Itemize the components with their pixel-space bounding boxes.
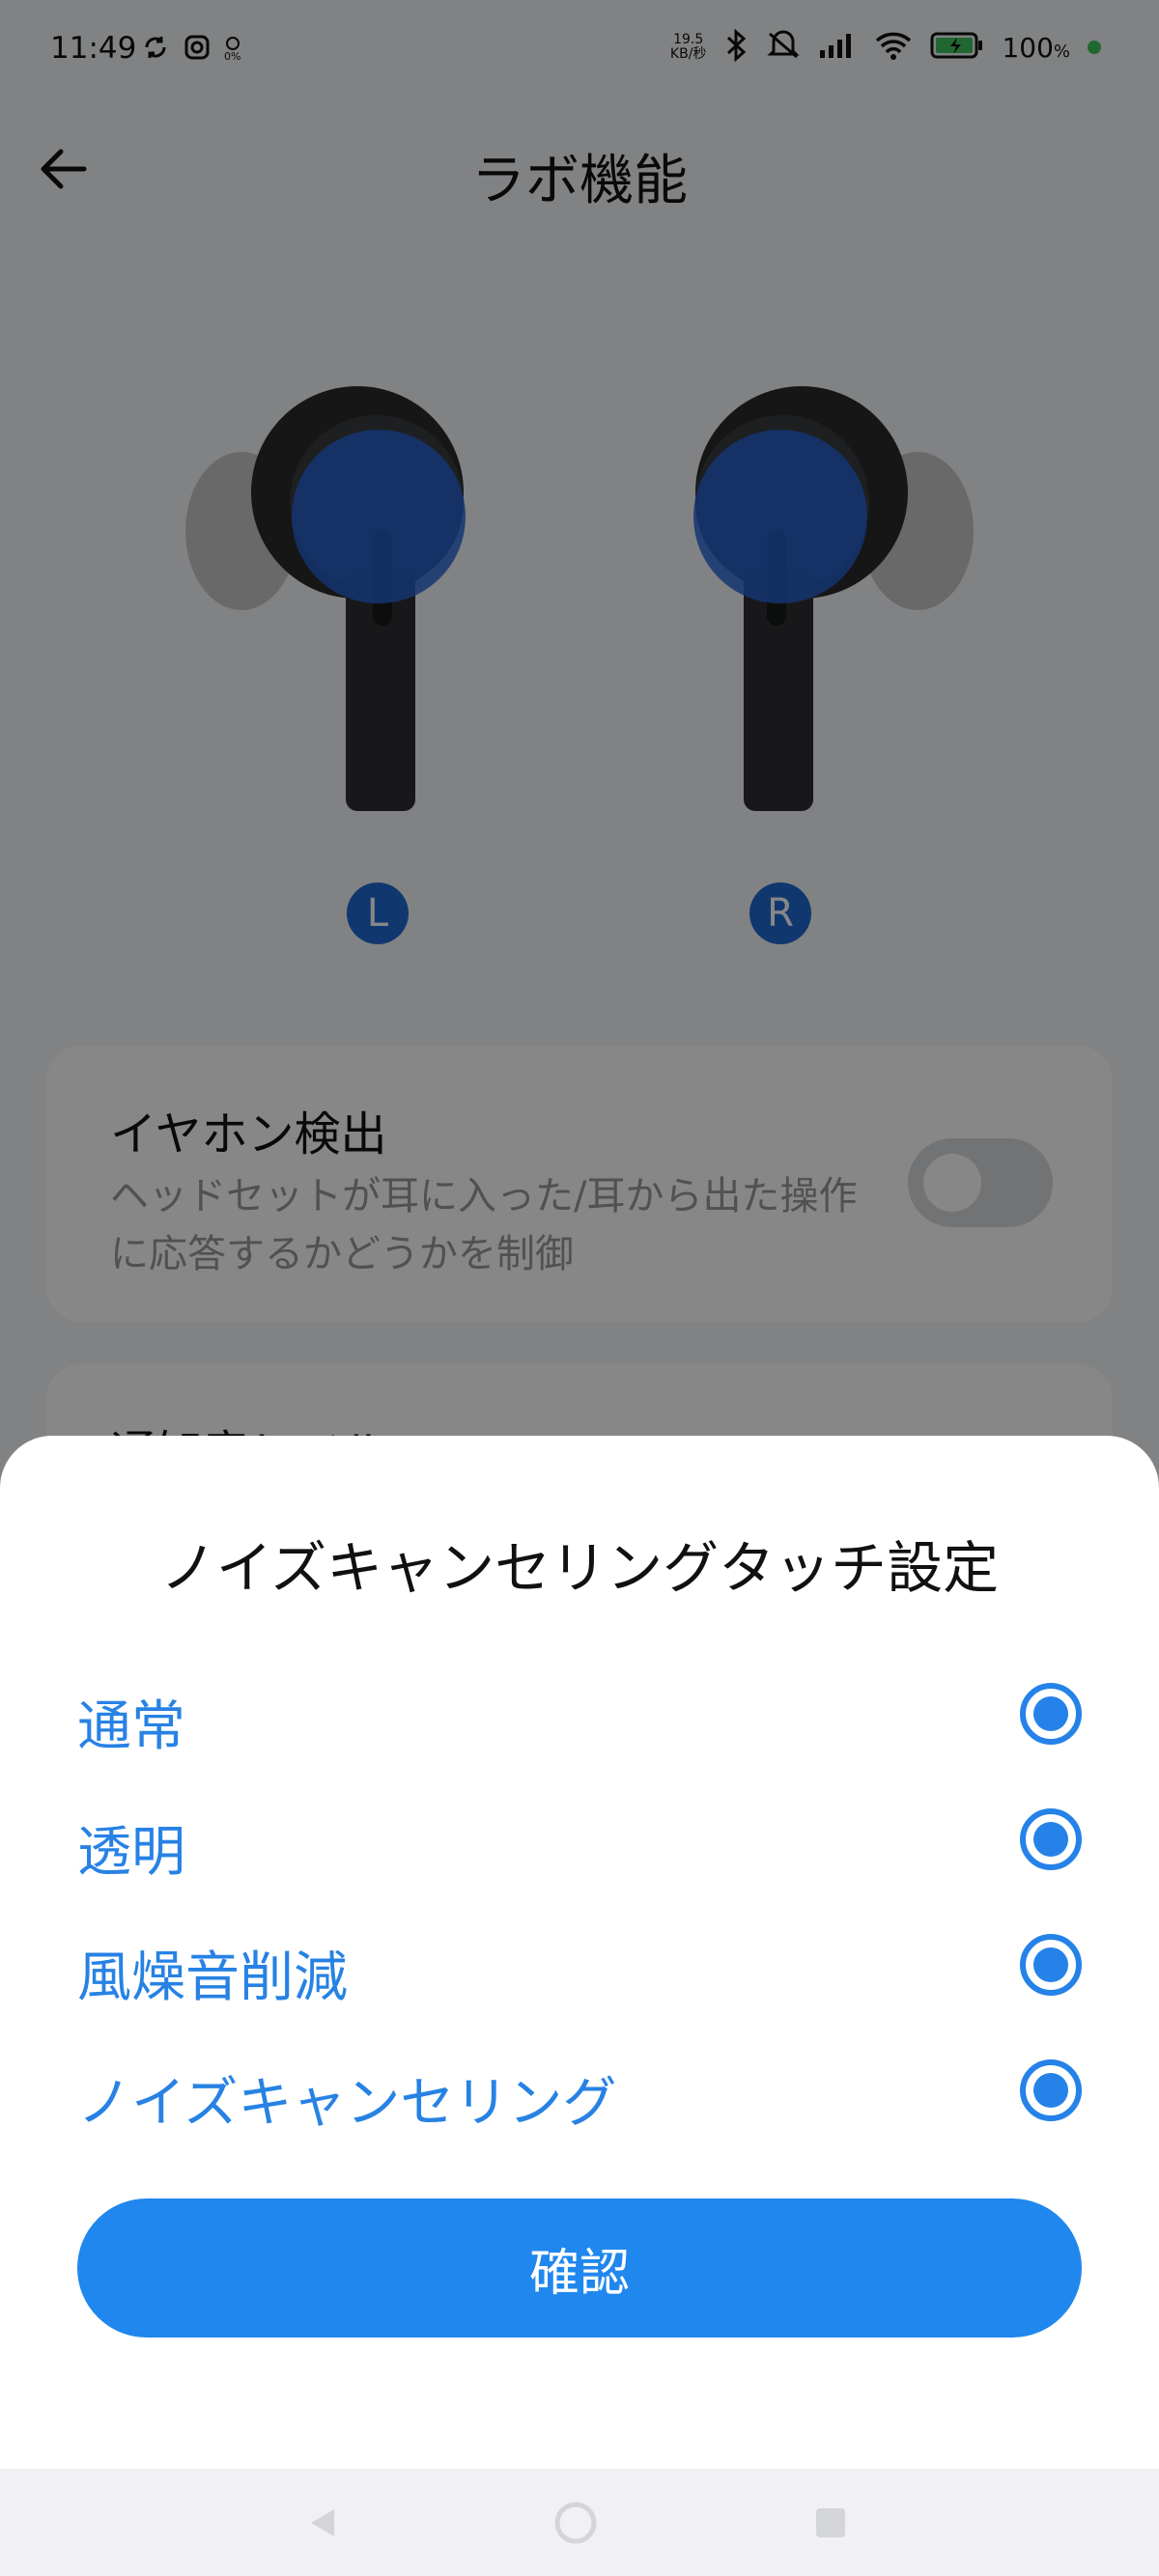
radio-checked-icon[interactable] <box>1020 1683 1082 1745</box>
option-noise-cancelling[interactable]: ノイズキャンセリング <box>0 2032 1159 2148</box>
radio-checked-icon[interactable] <box>1020 1808 1082 1870</box>
option-transparent[interactable]: 透明 <box>0 1781 1159 1897</box>
nav-recents-icon[interactable] <box>802 2494 860 2552</box>
option-normal[interactable]: 通常 <box>0 1656 1159 1772</box>
confirm-button[interactable]: 確認 <box>77 2198 1082 2338</box>
noise-cancel-touch-sheet: ノイズキャンセリングタッチ設定 通常 透明 風燥音削減 ノイズキャンセリング 確… <box>0 1436 1159 2469</box>
option-wind-noise-reduction[interactable]: 風燥音削減 <box>0 1907 1159 2023</box>
radio-dot <box>1033 1947 1068 1982</box>
radio-checked-icon[interactable] <box>1020 1934 1082 1996</box>
option-label: 透明 <box>77 1821 185 1884</box>
option-label: 風燥音削減 <box>77 1946 348 2009</box>
radio-checked-icon[interactable] <box>1020 2059 1082 2121</box>
option-label: 通常 <box>77 1695 185 1758</box>
radio-dot <box>1033 2073 1068 2108</box>
option-label: ノイズキャンセリング <box>77 2072 617 2135</box>
nav-back-icon[interactable] <box>294 2494 352 2552</box>
nav-home-icon[interactable] <box>547 2494 605 2552</box>
sheet-title: ノイズキャンセリングタッチ設定 <box>159 1535 1000 1601</box>
radio-dot <box>1033 1822 1068 1857</box>
system-nav-bar <box>0 2469 1159 2576</box>
radio-dot <box>1033 1696 1068 1731</box>
